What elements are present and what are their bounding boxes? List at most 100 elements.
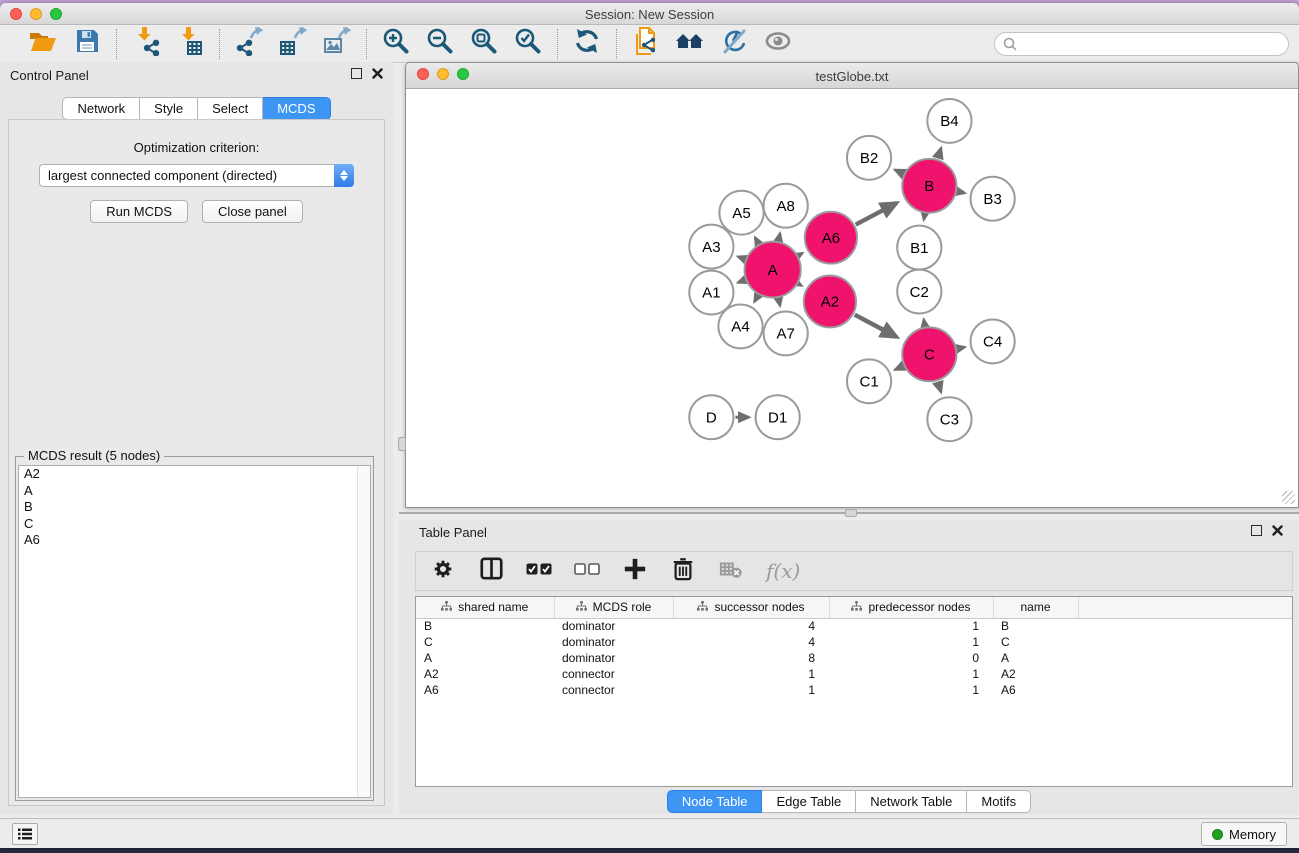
show-graphics-details-button[interactable] [763,29,793,59]
delete-column-button[interactable] [670,558,696,584]
graph-node-A4[interactable]: A4 [718,304,762,348]
close-panel-button[interactable]: Close panel [202,200,303,223]
vertical-divider-grip[interactable] [398,437,406,451]
select-all-checkboxes-button[interactable] [526,558,552,584]
table-row[interactable]: A6connector11A6 [416,682,1292,698]
tab-node-table[interactable]: Node Table [667,790,763,813]
graph-edge-C-C4[interactable] [958,347,965,348]
show-panels-menu-button[interactable] [12,823,38,845]
graph-node-D[interactable]: D [689,395,733,439]
graph-node-B4[interactable]: B4 [927,99,971,143]
graph-node-B1[interactable]: B1 [897,226,941,270]
network-canvas[interactable]: A A1 A2 A3 A4 A5 A6 A7 A8 B B1 B2 B3B4 CC1 C2 C3C4 D D1 [407,90,1297,506]
delete-table-button[interactable] [718,558,744,584]
function-builder-button[interactable]: f(x) [766,559,800,583]
import-network-button[interactable] [131,29,161,59]
column-header-MCDS-role[interactable]: MCDS role [554,597,673,618]
graph-edge-A-A7[interactable] [779,299,780,306]
graph-node-A1[interactable]: A1 [689,271,733,315]
mcds-result-item[interactable]: A [19,483,370,500]
graph-edge-B-B3[interactable] [958,192,965,193]
zoom-fit-button[interactable] [469,29,499,59]
graph-edge-A2-C[interactable] [855,315,897,337]
tab-network[interactable]: Network [62,97,140,120]
open-file-button[interactable] [28,29,58,59]
import-table-button[interactable] [175,29,205,59]
copy-network-button[interactable] [631,29,661,59]
graph-node-B[interactable]: B [902,159,956,213]
export-network-button[interactable] [234,29,264,59]
network-window-titlebar[interactable]: testGlobe.txt [406,63,1298,89]
column-header-successor-nodes[interactable]: successor nodes [673,597,829,618]
table-row[interactable]: Adominator80A [416,650,1292,666]
graph-node-A8[interactable]: A8 [764,184,808,228]
toggle-columns-button[interactable] [478,558,504,584]
graph-node-B2[interactable]: B2 [847,136,891,180]
save-session-button[interactable] [72,29,102,59]
search-input[interactable] [994,32,1289,56]
mcds-result-item[interactable]: A2 [19,466,370,483]
graph-edge-A-A1[interactable] [738,280,744,282]
zoom-selected-button[interactable] [513,29,543,59]
column-header-predecessor-nodes[interactable]: predecessor nodes [829,597,993,618]
column-header-name[interactable]: name [993,597,1078,618]
table-row[interactable]: Cdominator41C [416,634,1292,650]
table-settings-gear-button[interactable] [430,558,456,584]
graph-node-C[interactable]: C [902,327,956,381]
zoom-out-button[interactable] [425,29,455,59]
mcds-result-item[interactable]: A6 [19,532,370,549]
memory-button[interactable]: Memory [1201,822,1287,846]
table-row[interactable]: Bdominator41B [416,618,1292,634]
graph-node-C1[interactable]: C1 [847,359,891,403]
graph-edge-B-B1[interactable] [924,214,925,219]
graph-node-B3[interactable]: B3 [971,177,1015,221]
graph-node-A5[interactable]: A5 [719,191,763,235]
graph-edge-A-A8[interactable] [779,234,780,241]
float-table-panel-icon[interactable] [1251,525,1262,536]
graph-node-A6[interactable]: A6 [805,212,857,264]
graph-node-A[interactable]: A [745,242,801,298]
tab-motifs[interactable]: Motifs [967,790,1031,813]
window-resize-grip[interactable] [1282,491,1295,504]
tab-network-table[interactable]: Network Table [856,790,967,813]
mcds-result-item[interactable]: C [19,516,370,533]
horizontal-divider-grip[interactable] [845,509,857,517]
graph-edge-B-B4[interactable] [938,148,941,158]
hide-graphics-details-button[interactable] [719,29,749,59]
mcds-list-scrollbar[interactable] [357,466,370,797]
graph-node-A3[interactable]: A3 [689,225,733,269]
graph-edge-A-A5[interactable] [755,238,758,244]
criterion-dropdown[interactable]: largest connected component (directed) [39,164,354,187]
tab-select[interactable]: Select [198,97,263,120]
graph-edge-C-C3[interactable] [938,382,941,392]
graph-edge-A-A4[interactable] [755,296,758,302]
graph-node-C3[interactable]: C3 [927,397,971,441]
deselect-all-checkboxes-button[interactable] [574,558,600,584]
graph-node-A7[interactable]: A7 [764,311,808,355]
tab-style[interactable]: Style [140,97,198,120]
houses-overview-button[interactable] [675,29,705,59]
tab-edge-table[interactable]: Edge Table [762,790,856,813]
tab-mcds[interactable]: MCDS [263,97,330,120]
refresh-layout-button[interactable] [572,29,602,59]
close-table-panel-icon[interactable] [1272,525,1283,536]
graph-node-A2[interactable]: A2 [804,276,856,328]
table-row[interactable]: A2connector11A2 [416,666,1292,682]
graph-edge-A-A3[interactable] [738,257,744,259]
mcds-result-item[interactable]: B [19,499,370,516]
column-header-shared-name[interactable]: shared name [416,597,554,618]
run-mcds-button[interactable]: Run MCDS [90,200,188,223]
close-panel-icon[interactable] [372,68,383,79]
graph-node-C4[interactable]: C4 [971,319,1015,363]
float-panel-icon[interactable] [351,68,362,79]
graph-edge-A-A2[interactable] [799,284,801,285]
graph-edge-A-A6[interactable] [799,253,802,255]
graph-node-C2[interactable]: C2 [897,270,941,314]
graph-node-D1[interactable]: D1 [756,395,800,439]
graph-edge-B-B2[interactable] [895,170,903,174]
export-image-button[interactable] [322,29,352,59]
graph-edge-C-C1[interactable] [895,366,903,369]
criterion-dropdown-stepper[interactable] [334,164,354,187]
zoom-in-button[interactable] [381,29,411,59]
network-graph[interactable]: A A1 A2 A3 A4 A5 A6 A7 A8 B B1 B2 B3B4 CC1 C2 C3C4 D D1 [407,90,1297,506]
